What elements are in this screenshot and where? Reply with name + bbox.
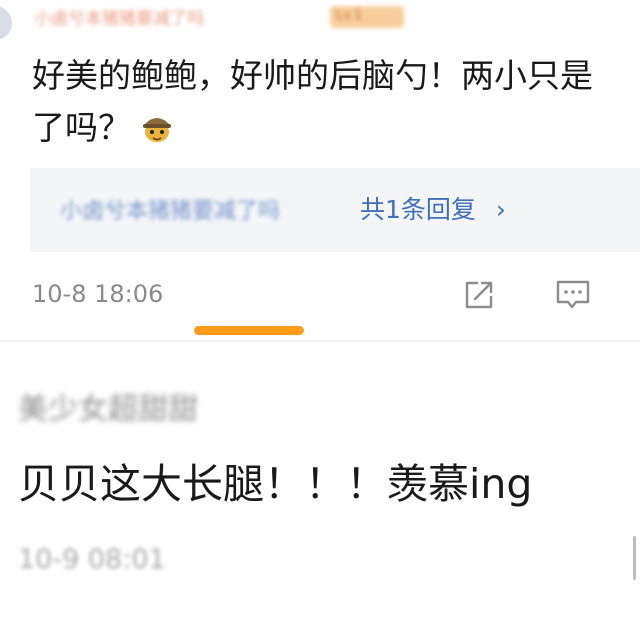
comment-text: 贝贝这大长腿！！！羡慕ing	[18, 460, 533, 508]
tab-indicator	[194, 326, 304, 335]
user-level-badge: Lv.1	[330, 6, 404, 28]
comment-timestamp: 10-9 08:01	[18, 544, 166, 575]
comment-text-line-2: 了吗？	[32, 108, 131, 147]
reply-author-name[interactable]: 小卤兮本猪猪要减了吗	[60, 193, 280, 225]
avatar[interactable]	[0, 6, 12, 40]
chevron-right-icon: ›	[495, 195, 506, 224]
detective-pikachu-emoji-icon	[141, 106, 173, 142]
comment-icon[interactable]	[554, 278, 592, 312]
comment-timestamp: 10-8 18:06	[32, 280, 164, 308]
comment-author-name[interactable]: 美少女超甜甜	[18, 384, 198, 428]
badge-label: Lv.1	[336, 8, 363, 23]
reply-count-label[interactable]: 共1条回复	[360, 195, 476, 224]
view-replies-link[interactable]: 共1条回复 ›	[360, 190, 506, 226]
comment-text: 好美的鲍鲍，好帅的后脑勺！两小只是 了吗？	[32, 50, 640, 154]
section-divider	[0, 340, 640, 342]
comment-author-name[interactable]: 小卤兮本猪猪要减了吗	[34, 4, 204, 29]
scrollbar[interactable]	[633, 536, 636, 580]
share-icon[interactable]	[462, 278, 496, 312]
reply-preview[interactable]: 小卤兮本猪猪要减了吗 共1条回复 ›	[30, 168, 640, 252]
comment-text-line-1: 好美的鲍鲍，好帅的后脑勺！两小只是	[32, 56, 593, 95]
